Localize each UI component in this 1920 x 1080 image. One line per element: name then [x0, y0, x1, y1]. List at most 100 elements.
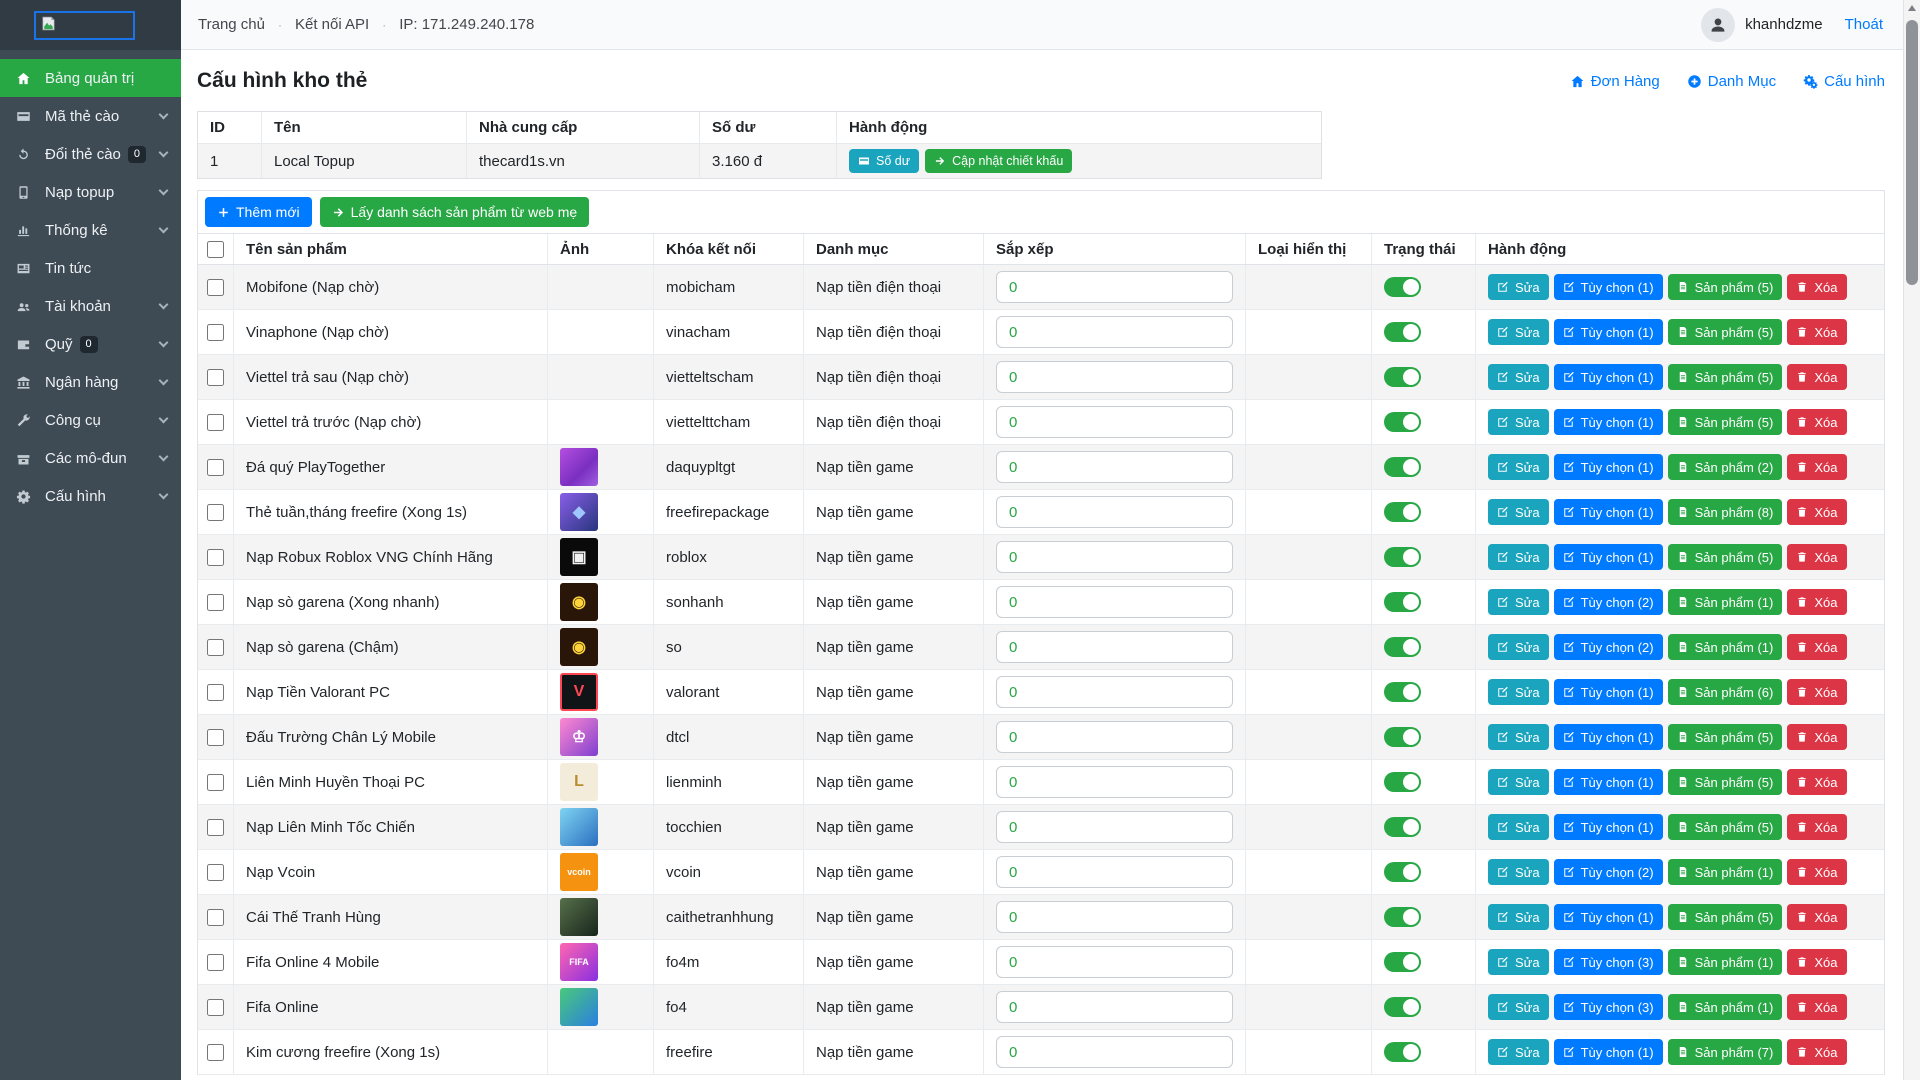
edit-button[interactable]: Sửa [1488, 364, 1549, 390]
status-toggle[interactable] [1384, 412, 1421, 432]
toolbar-button[interactable]: Lấy danh sách sản phẩm từ web mẹ [320, 197, 590, 227]
sidebar-item[interactable]: Bảng quản trị [0, 59, 181, 97]
sort-input[interactable] [996, 271, 1233, 303]
products-button[interactable]: Sản phẩm (5) [1668, 814, 1783, 840]
row-checkbox[interactable] [207, 819, 224, 836]
products-button[interactable]: Sản phẩm (5) [1668, 274, 1783, 300]
row-checkbox[interactable] [207, 369, 224, 386]
delete-button[interactable]: Xóa [1787, 904, 1846, 930]
sort-input[interactable] [996, 361, 1233, 393]
select-all-checkbox[interactable] [207, 241, 224, 258]
edit-button[interactable]: Sửa [1488, 814, 1549, 840]
edit-button[interactable]: Sửa [1488, 544, 1549, 570]
products-button[interactable]: Sản phẩm (2) [1668, 454, 1783, 480]
sort-input[interactable] [996, 1036, 1233, 1068]
row-checkbox[interactable] [207, 279, 224, 296]
edit-button[interactable]: Sửa [1488, 904, 1549, 930]
delete-button[interactable]: Xóa [1787, 454, 1846, 480]
products-button[interactable]: Sản phẩm (1) [1668, 634, 1783, 660]
products-button[interactable]: Sản phẩm (7) [1668, 1039, 1783, 1065]
status-toggle[interactable] [1384, 367, 1421, 387]
delete-button[interactable]: Xóa [1787, 589, 1846, 615]
options-button[interactable]: Tùy chọn (2) [1554, 589, 1663, 615]
sort-input[interactable] [996, 586, 1233, 618]
status-toggle[interactable] [1384, 637, 1421, 657]
sort-input[interactable] [996, 766, 1233, 798]
row-checkbox[interactable] [207, 639, 224, 656]
options-button[interactable]: Tùy chọn (1) [1554, 454, 1663, 480]
edit-button[interactable]: Sửa [1488, 949, 1549, 975]
sort-input[interactable] [996, 811, 1233, 843]
sidebar-item[interactable]: Nạp topup [0, 173, 181, 211]
sidebar-item[interactable]: Tài khoản [0, 287, 181, 325]
options-button[interactable]: Tùy chọn (1) [1554, 1039, 1663, 1065]
options-button[interactable]: Tùy chọn (1) [1554, 364, 1663, 390]
delete-button[interactable]: Xóa [1787, 949, 1846, 975]
products-button[interactable]: Sản phẩm (6) [1668, 679, 1783, 705]
status-toggle[interactable] [1384, 952, 1421, 972]
header-link-home[interactable]: Đơn Hàng [1570, 73, 1660, 90]
status-toggle[interactable] [1384, 322, 1421, 342]
edit-button[interactable]: Sửa [1488, 589, 1549, 615]
sidebar-item[interactable]: Đổi thẻ cào0 [0, 135, 181, 173]
products-button[interactable]: Sản phẩm (1) [1668, 949, 1783, 975]
header-link-cogs[interactable]: Cấu hình [1803, 73, 1885, 90]
edit-button[interactable]: Sửa [1488, 859, 1549, 885]
options-button[interactable]: Tùy chọn (1) [1554, 769, 1663, 795]
delete-button[interactable]: Xóa [1787, 364, 1846, 390]
sort-input[interactable] [996, 406, 1233, 438]
sort-input[interactable] [996, 856, 1233, 888]
products-button[interactable]: Sản phẩm (5) [1668, 544, 1783, 570]
scrollbar-thumb[interactable] [1906, 20, 1918, 285]
status-toggle[interactable] [1384, 907, 1421, 927]
sort-input[interactable] [996, 721, 1233, 753]
products-button[interactable]: Sản phẩm (5) [1668, 769, 1783, 795]
edit-button[interactable]: Sửa [1488, 724, 1549, 750]
options-button[interactable]: Tùy chọn (1) [1554, 724, 1663, 750]
row-checkbox[interactable] [207, 594, 224, 611]
row-checkbox[interactable] [207, 549, 224, 566]
options-button[interactable]: Tùy chọn (3) [1554, 994, 1663, 1020]
sort-input[interactable] [996, 316, 1233, 348]
row-checkbox[interactable] [207, 954, 224, 971]
row-checkbox[interactable] [207, 684, 224, 701]
sidebar-item[interactable]: Các mô-đun [0, 439, 181, 477]
options-button[interactable]: Tùy chọn (1) [1554, 274, 1663, 300]
sort-input[interactable] [996, 991, 1233, 1023]
options-button[interactable]: Tùy chọn (2) [1554, 859, 1663, 885]
options-button[interactable]: Tùy chọn (1) [1554, 544, 1663, 570]
sort-input[interactable] [996, 946, 1233, 978]
edit-button[interactable]: Sửa [1488, 409, 1549, 435]
status-toggle[interactable] [1384, 682, 1421, 702]
delete-button[interactable]: Xóa [1787, 499, 1846, 525]
edit-button[interactable]: Sửa [1488, 499, 1549, 525]
products-button[interactable]: Sản phẩm (5) [1668, 724, 1783, 750]
delete-button[interactable]: Xóa [1787, 319, 1846, 345]
row-checkbox[interactable] [207, 909, 224, 926]
delete-button[interactable]: Xóa [1787, 1039, 1846, 1065]
header-link-plus-circle[interactable]: Danh Mục [1687, 73, 1776, 90]
edit-button[interactable]: Sửa [1488, 274, 1549, 300]
products-button[interactable]: Sản phẩm (5) [1668, 364, 1783, 390]
sidebar-item[interactable]: Cấu hình [0, 477, 181, 515]
row-checkbox[interactable] [207, 504, 224, 521]
products-button[interactable]: Sản phẩm (5) [1668, 904, 1783, 930]
sidebar-item[interactable]: Thống kê [0, 211, 181, 249]
delete-button[interactable]: Xóa [1787, 724, 1846, 750]
delete-button[interactable]: Xóa [1787, 994, 1846, 1020]
status-toggle[interactable] [1384, 997, 1421, 1017]
breadcrumb-item[interactable]: Trang chủ [198, 16, 265, 33]
delete-button[interactable]: Xóa [1787, 544, 1846, 570]
options-button[interactable]: Tùy chọn (2) [1554, 634, 1663, 660]
sidebar-item[interactable]: Mã thẻ cào [0, 97, 181, 135]
edit-button[interactable]: Sửa [1488, 454, 1549, 480]
provider-action-button[interactable]: Cập nhật chiết khấu [925, 149, 1072, 173]
products-button[interactable]: Sản phẩm (1) [1668, 859, 1783, 885]
row-checkbox[interactable] [207, 774, 224, 791]
row-checkbox[interactable] [207, 459, 224, 476]
status-toggle[interactable] [1384, 502, 1421, 522]
sort-input[interactable] [996, 676, 1233, 708]
delete-button[interactable]: Xóa [1787, 814, 1846, 840]
products-button[interactable]: Sản phẩm (5) [1668, 319, 1783, 345]
edit-button[interactable]: Sửa [1488, 319, 1549, 345]
